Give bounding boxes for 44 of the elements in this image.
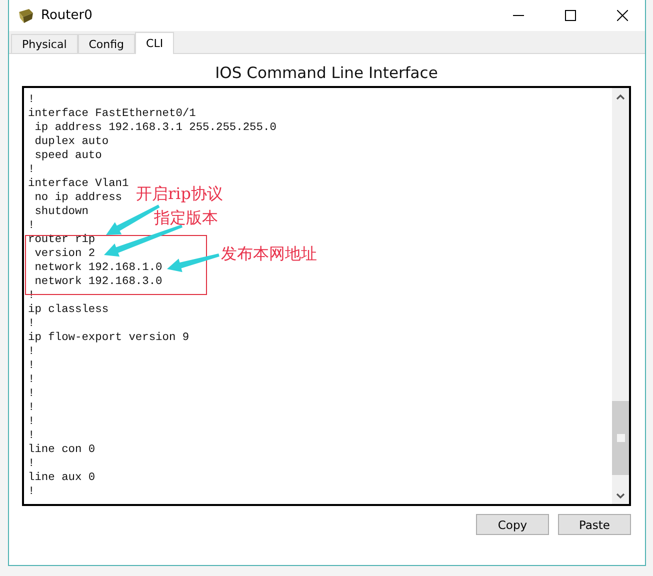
maximize-icon: [564, 10, 576, 21]
terminal-line: !: [28, 373, 35, 387]
terminal-line: duplex auto: [34, 135, 109, 149]
annotation-text: 指定版本: [154, 208, 218, 229]
terminal-line: !: [28, 93, 35, 107]
terminal-line: no ip address: [34, 191, 122, 205]
terminal-line: shutdown: [34, 205, 88, 219]
scroll-thumb[interactable]: [612, 401, 629, 475]
tab[interactable]: Physical: [11, 34, 78, 53]
terminal-line: !: [28, 485, 35, 499]
action-button[interactable]: Paste: [558, 514, 631, 535]
scrollbar[interactable]: [612, 88, 629, 504]
terminal-line: !: [28, 415, 35, 429]
annotation-text: 开启rip协议: [136, 184, 224, 205]
terminal-line: network 192.168.1.0: [34, 261, 162, 275]
terminal-line: !: [28, 387, 35, 401]
terminal-line: speed auto: [34, 149, 102, 163]
terminal-line: ip address 192.168.3.1 255.255.255.0: [34, 121, 276, 135]
close-icon: [616, 10, 628, 21]
terminal-line: interface Vlan1: [28, 177, 129, 191]
terminal-line: line con 0: [28, 443, 96, 457]
minimize-icon: [512, 15, 524, 16]
terminal-line: !: [28, 457, 35, 471]
terminal-line: !: [28, 429, 35, 443]
tab[interactable]: Config: [78, 34, 136, 53]
terminal-line: !: [28, 359, 35, 373]
tab[interactable]: CLI: [135, 32, 174, 54]
window-title: Router0: [41, 8, 94, 23]
terminal-line: !: [28, 219, 35, 233]
terminal-line: network 192.168.3.0: [34, 275, 162, 289]
terminal-line: interface FastEthernet0/1: [28, 107, 196, 121]
terminal-line: version 2: [34, 247, 96, 261]
action-button[interactable]: Copy: [476, 514, 549, 535]
terminal-line: ip flow-export version 9: [28, 331, 190, 345]
router-icon: [17, 8, 35, 24]
terminal-line: ip classless: [28, 303, 109, 317]
annotation-text: 发布本网地址: [221, 244, 317, 265]
panel-heading: IOS Command Line Interface: [214, 63, 439, 84]
terminal-line: !: [28, 317, 35, 331]
terminal-line: line aux 0: [28, 471, 96, 485]
terminal-line: !: [28, 163, 35, 177]
terminal-line: !: [28, 401, 35, 415]
terminal-line: router rip: [28, 233, 96, 247]
terminal-line: !: [28, 345, 35, 359]
